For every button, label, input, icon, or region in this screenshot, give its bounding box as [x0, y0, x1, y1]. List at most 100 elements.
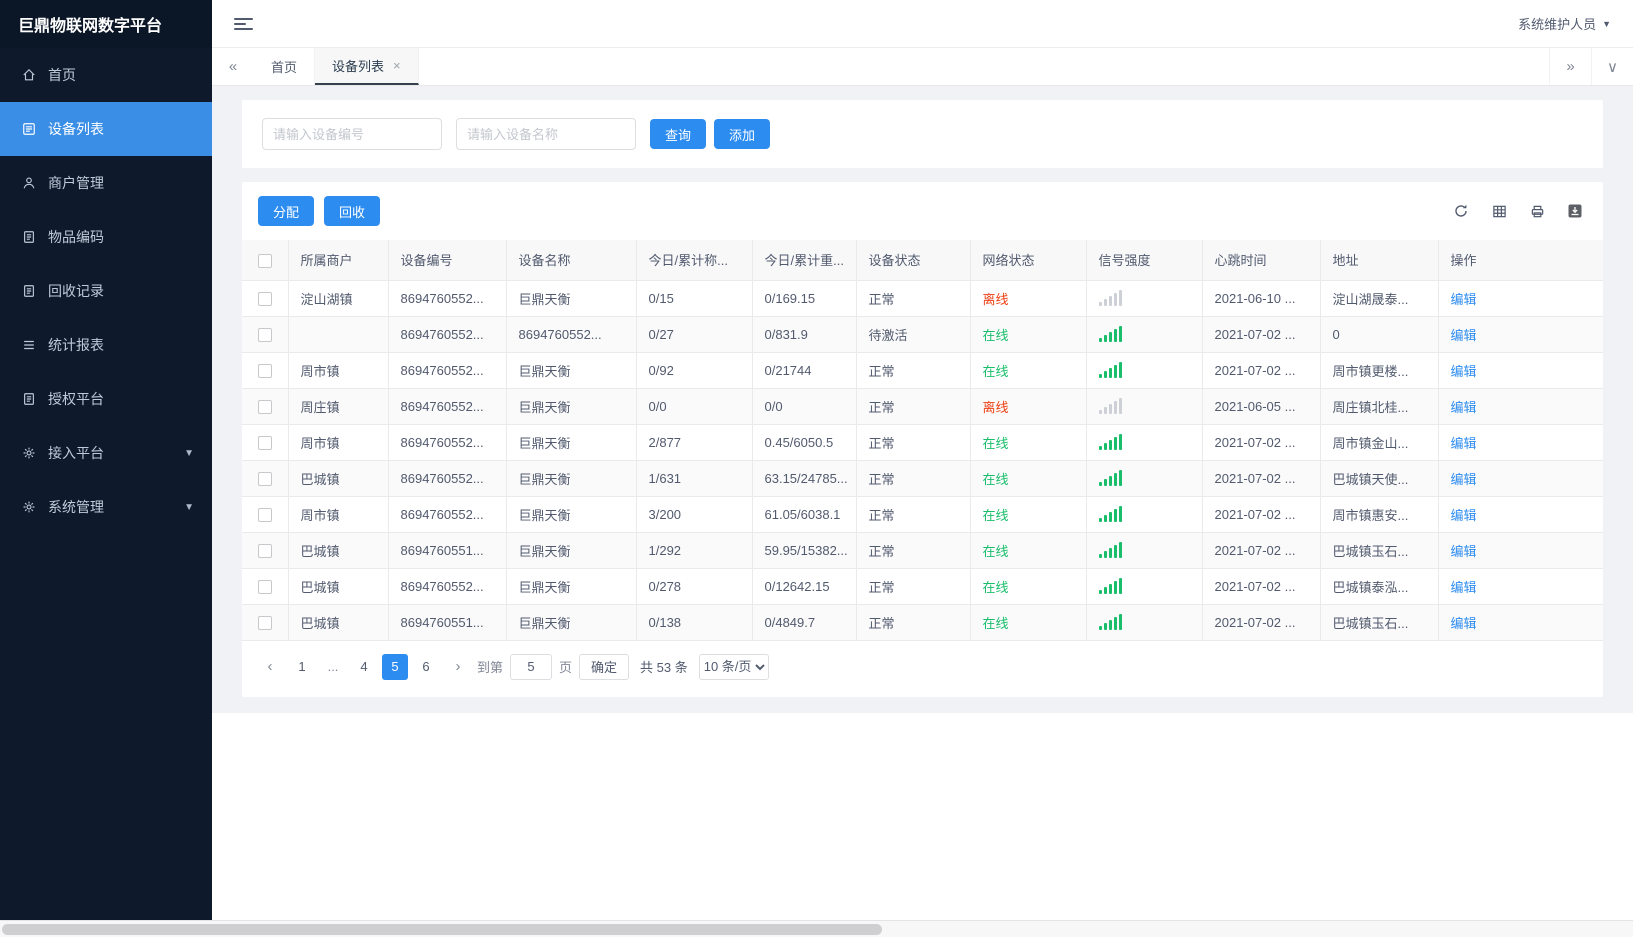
allocate-button[interactable]: 分配 [258, 196, 315, 226]
content: 查询 添加 分配 回收 所属商户设备编号设备名称今日/累计称...今日/累计重.… [212, 86, 1633, 920]
sidebar-item-label: 物品编码 [48, 229, 104, 245]
goto-page-input[interactable] [510, 653, 553, 680]
cell-network: 在线 [970, 460, 1087, 497]
user-name: 系统维护人员 [1518, 17, 1597, 32]
edit-link[interactable]: 编辑 [1451, 364, 1477, 379]
table-row: 8694760552... 8694760552... 0/27 0/831.9 待激活… [242, 316, 1603, 353]
scrollbar-thumb[interactable] [2, 924, 882, 935]
sidebar-item-label: 接入平台 [48, 445, 104, 461]
cell-network: 离线 [970, 280, 1087, 317]
lines-icon [20, 338, 38, 352]
column-header: 网络状态 [970, 240, 1087, 281]
device-name-input[interactable] [456, 118, 636, 150]
edit-link[interactable]: 编辑 [1451, 616, 1477, 631]
confirm-button[interactable]: 确定 [579, 653, 630, 680]
cell-device-name: 巨鼎天衡 [506, 568, 637, 605]
row-checkbox[interactable] [257, 579, 272, 594]
cell-device-no: 8694760551... [388, 604, 507, 641]
cell-device-no: 8694760551... [388, 532, 507, 569]
tabs-menu-icon[interactable]: ∨ [1591, 48, 1633, 85]
row-checkbox[interactable] [257, 435, 272, 450]
signal-bars-icon [1098, 290, 1122, 307]
sidebar-collapse-icon[interactable] [234, 15, 254, 33]
sidebar-item-4[interactable]: 回收记录 [0, 264, 212, 318]
cell-signal [1086, 460, 1203, 497]
page-number[interactable]: 6 [413, 654, 439, 680]
add-button[interactable]: 添加 [714, 119, 771, 149]
page-number[interactable]: 4 [351, 654, 377, 680]
cell-address: 巴城镇泰泓... [1320, 568, 1439, 605]
sidebar-item-5[interactable]: 统计报表 [0, 318, 212, 372]
edit-link[interactable]: 编辑 [1451, 580, 1477, 595]
next-page-icon[interactable]: › [446, 654, 470, 680]
sidebar-item-8[interactable]: 系统管理 ▼ [0, 480, 212, 534]
cell-device-name: 巨鼎天衡 [506, 460, 637, 497]
edit-link[interactable]: 编辑 [1451, 400, 1477, 415]
cell-today-weight: 0/169.15 [752, 280, 857, 317]
row-checkbox[interactable] [257, 543, 272, 558]
user-menu[interactable]: 系统维护人员 ▼ [1518, 14, 1611, 33]
recycle-button[interactable]: 回收 [324, 196, 381, 226]
page-label: 页 [559, 660, 573, 675]
cell-merchant: 周庄镇 [288, 388, 389, 425]
tab-1[interactable]: 设备列表 × [315, 48, 419, 85]
row-checkbox[interactable] [257, 471, 272, 486]
tabs-scroll-right-icon[interactable]: » [1549, 48, 1591, 85]
horizontal-scrollbar[interactable] [0, 920, 1633, 937]
sidebar-item-1[interactable]: 设备列表 [0, 102, 212, 156]
sidebar-item-7[interactable]: 接入平台 ▼ [0, 426, 212, 480]
cell-heartbeat: 2021-07-02 ... [1202, 352, 1321, 389]
cell-merchant: 淀山湖镇 [288, 280, 389, 317]
columns-icon[interactable] [1487, 199, 1511, 223]
sidebar-item-0[interactable]: 首页 [0, 48, 212, 102]
tabs-scroll-left-icon[interactable]: « [212, 48, 254, 85]
refresh-icon[interactable] [1449, 199, 1473, 223]
cell-network: 在线 [970, 352, 1087, 389]
cell-device-name: 巨鼎天衡 [506, 352, 637, 389]
row-checkbox[interactable] [257, 363, 272, 378]
select-all-checkbox[interactable] [257, 253, 272, 268]
edit-link[interactable]: 编辑 [1451, 292, 1477, 307]
export-icon[interactable] [1563, 199, 1587, 223]
close-icon[interactable]: × [393, 59, 401, 72]
cell-today-weight: 61.05/6038.1 [752, 496, 857, 533]
table-actions: 分配 回收 [258, 196, 381, 226]
gear-icon [20, 500, 38, 514]
gear-icon [20, 446, 38, 460]
sidebar-item-2[interactable]: 商户管理 [0, 156, 212, 210]
page-number[interactable]: 1 [289, 654, 315, 680]
sidebar-item-6[interactable]: 授权平台 [0, 372, 212, 426]
edit-link[interactable]: 编辑 [1451, 436, 1477, 451]
cell-today-count: 0/27 [636, 316, 753, 353]
cell-device-no: 8694760552... [388, 424, 507, 461]
cell-today-count: 3/200 [636, 496, 753, 533]
row-checkbox[interactable] [257, 327, 272, 342]
sidebar-item-label: 统计报表 [48, 337, 104, 353]
cell-device-name: 巨鼎天衡 [506, 388, 637, 425]
cell-device-name: 巨鼎天衡 [506, 496, 637, 533]
sidebar-item-3[interactable]: 物品编码 [0, 210, 212, 264]
signal-bars-icon [1098, 614, 1122, 631]
search-bar: 查询 添加 [242, 100, 1603, 168]
cell-device-no: 8694760552... [388, 568, 507, 605]
device-no-input[interactable] [262, 118, 442, 150]
edit-link[interactable]: 编辑 [1451, 472, 1477, 487]
edit-link[interactable]: 编辑 [1451, 508, 1477, 523]
cell-heartbeat: 2021-07-02 ... [1202, 496, 1321, 533]
prev-page-icon[interactable]: ‹ [258, 654, 282, 680]
cell-address: 巴城镇玉石... [1320, 604, 1439, 641]
print-icon[interactable] [1525, 199, 1549, 223]
tab-0[interactable]: 首页 [254, 48, 316, 85]
table-row: 巴城镇 8694760552... 巨鼎天衡 0/278 0/12642.15 正常 在线 2… [242, 568, 1603, 605]
query-button[interactable]: 查询 [650, 119, 707, 149]
edit-link[interactable]: 编辑 [1451, 328, 1477, 343]
signal-bars-icon [1098, 542, 1122, 559]
row-checkbox[interactable] [257, 399, 272, 414]
row-checkbox[interactable] [257, 291, 272, 306]
row-checkbox[interactable] [257, 507, 272, 522]
cell-signal [1086, 532, 1203, 569]
row-checkbox[interactable] [257, 615, 272, 630]
edit-link[interactable]: 编辑 [1451, 544, 1477, 559]
page-size-select[interactable]: 10 条/页 [698, 653, 769, 680]
page-number[interactable]: 5 [382, 653, 408, 680]
